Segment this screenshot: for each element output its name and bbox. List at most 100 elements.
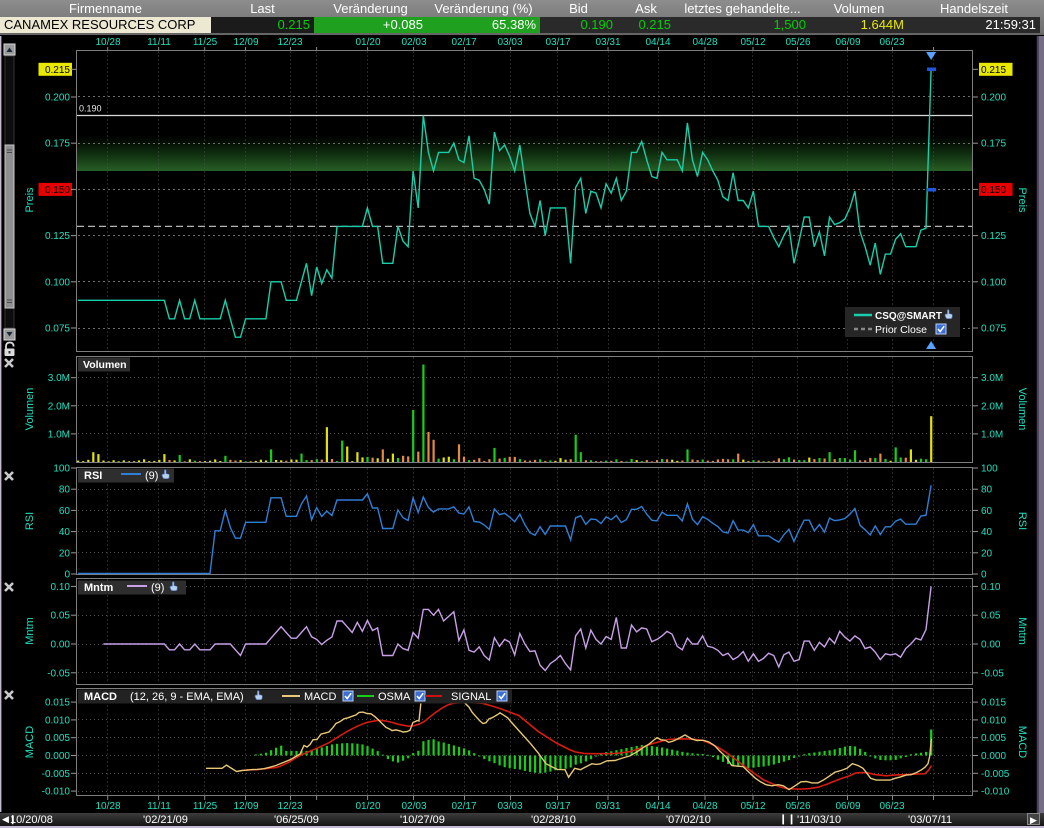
svg-text:03/03: 03/03 [497, 801, 522, 812]
svg-text:12/23: 12/23 [277, 37, 302, 48]
svg-text:0.125: 0.125 [981, 231, 1006, 242]
svg-text:-0.010: -0.010 [981, 787, 1010, 798]
svg-text:RSI: RSI [24, 512, 36, 530]
svg-text:Mntm: Mntm [24, 617, 36, 645]
svg-text:06/23: 06/23 [879, 37, 904, 48]
svg-text:3.0M: 3.0M [48, 373, 70, 384]
svg-text:100: 100 [53, 464, 70, 475]
svg-text:Mntm: Mntm [1016, 617, 1028, 645]
svg-text:0.10: 0.10 [51, 582, 71, 593]
svg-text:0.05: 0.05 [981, 611, 1001, 622]
svg-text:2.0M: 2.0M [48, 401, 70, 412]
svg-text:MACD: MACD [1016, 726, 1028, 758]
svg-text:-0.05: -0.05 [47, 668, 70, 679]
svg-text:100: 100 [981, 464, 998, 475]
svg-text:Volumen: Volumen [1016, 388, 1028, 431]
svg-text:RSI: RSI [84, 470, 102, 482]
svg-text:02/17: 02/17 [451, 801, 476, 812]
svg-text:0.00: 0.00 [981, 640, 1001, 651]
svg-text:80: 80 [981, 485, 993, 496]
svg-text:02/03: 02/03 [401, 801, 426, 812]
svg-text:01/20: 01/20 [355, 37, 380, 48]
svg-text:-0.005: -0.005 [981, 769, 1010, 780]
svg-text:06/23: 06/23 [879, 801, 904, 812]
svg-text:04/28: 04/28 [692, 801, 717, 812]
svg-text:0.000: 0.000 [45, 751, 70, 762]
svg-text:03/31: 03/31 [595, 37, 620, 48]
svg-text:0.175: 0.175 [45, 139, 70, 150]
svg-text:0.10: 0.10 [981, 582, 1001, 593]
svg-text:0.100: 0.100 [45, 277, 70, 288]
svg-text:0: 0 [981, 570, 987, 581]
svg-text:Prior Close: Prior Close [875, 324, 927, 336]
svg-text:01/20: 01/20 [355, 801, 380, 812]
svg-text:60: 60 [981, 506, 993, 517]
svg-text:0.175: 0.175 [981, 139, 1006, 150]
svg-text:11/11: 11/11 [147, 37, 171, 48]
svg-text:20: 20 [981, 548, 993, 559]
svg-text:0.00: 0.00 [51, 640, 71, 651]
svg-text:(9): (9) [145, 470, 158, 482]
svg-text:Volumen: Volumen [24, 388, 36, 431]
svg-text:02/17: 02/17 [451, 37, 476, 48]
svg-text:-0.05: -0.05 [981, 668, 1004, 679]
svg-text:0.010: 0.010 [981, 715, 1006, 726]
svg-text:05/26: 05/26 [785, 801, 810, 812]
svg-text:0.015: 0.015 [45, 698, 70, 709]
svg-text:0.015: 0.015 [981, 698, 1006, 709]
svg-text:0.215: 0.215 [981, 65, 1006, 76]
svg-text:20: 20 [59, 548, 71, 559]
svg-text:10/28: 10/28 [95, 37, 120, 48]
svg-text:MACD: MACD [84, 691, 117, 703]
svg-text:12/09: 12/09 [233, 37, 258, 48]
svg-text:Mntm: Mntm [84, 582, 114, 594]
svg-text:0.125: 0.125 [45, 231, 70, 242]
svg-text:02/03: 02/03 [401, 37, 426, 48]
svg-text:03/17: 03/17 [545, 37, 570, 48]
svg-text:Preis: Preis [1016, 187, 1028, 213]
svg-text:1.0M: 1.0M [48, 429, 70, 440]
svg-text:2.0M: 2.0M [981, 401, 1003, 412]
svg-text:1.0M: 1.0M [981, 429, 1003, 440]
svg-text:11/25: 11/25 [193, 37, 218, 48]
svg-text:MACD: MACD [304, 691, 336, 703]
svg-text:04/28: 04/28 [692, 37, 717, 48]
svg-text:40: 40 [981, 527, 993, 538]
svg-text:03/17: 03/17 [545, 801, 570, 812]
svg-text:80: 80 [59, 485, 71, 496]
svg-text:RSI: RSI [1016, 512, 1028, 530]
svg-text:0.075: 0.075 [981, 324, 1006, 335]
svg-text:0.010: 0.010 [45, 715, 70, 726]
svg-text:OSMA: OSMA [378, 691, 411, 703]
svg-text:-0.010: -0.010 [42, 787, 71, 798]
svg-text:0.150: 0.150 [45, 185, 70, 196]
svg-text:04/14: 04/14 [645, 37, 670, 48]
svg-text:(9): (9) [151, 582, 164, 594]
svg-text:SIGNAL: SIGNAL [451, 691, 491, 703]
svg-text:11/11: 11/11 [147, 801, 171, 812]
svg-text:10/28: 10/28 [95, 801, 120, 812]
svg-text:0.05: 0.05 [51, 611, 71, 622]
svg-text:Volumen: Volumen [83, 359, 127, 371]
svg-text:06/09: 06/09 [835, 37, 860, 48]
svg-text:Preis: Preis [24, 187, 36, 213]
svg-text:0: 0 [64, 570, 70, 581]
svg-text:60: 60 [59, 506, 71, 517]
svg-text:0.200: 0.200 [45, 93, 70, 104]
svg-text:0.075: 0.075 [45, 324, 70, 335]
svg-text:0.190: 0.190 [79, 104, 102, 114]
svg-text:12/23: 12/23 [277, 801, 302, 812]
svg-text:06/09: 06/09 [835, 801, 860, 812]
svg-text:04/14: 04/14 [645, 801, 670, 812]
svg-text:11/25: 11/25 [193, 801, 218, 812]
svg-text:05/12: 05/12 [740, 37, 765, 48]
svg-text:0.200: 0.200 [981, 93, 1006, 104]
svg-text:-0.005: -0.005 [42, 769, 71, 780]
svg-text:03/03: 03/03 [497, 37, 522, 48]
svg-text:12/09: 12/09 [233, 801, 258, 812]
svg-text:05/12: 05/12 [740, 801, 765, 812]
svg-text:40: 40 [59, 527, 71, 538]
svg-text:0.005: 0.005 [981, 733, 1006, 744]
svg-text:0.150: 0.150 [981, 185, 1006, 196]
svg-text:05/26: 05/26 [785, 37, 810, 48]
